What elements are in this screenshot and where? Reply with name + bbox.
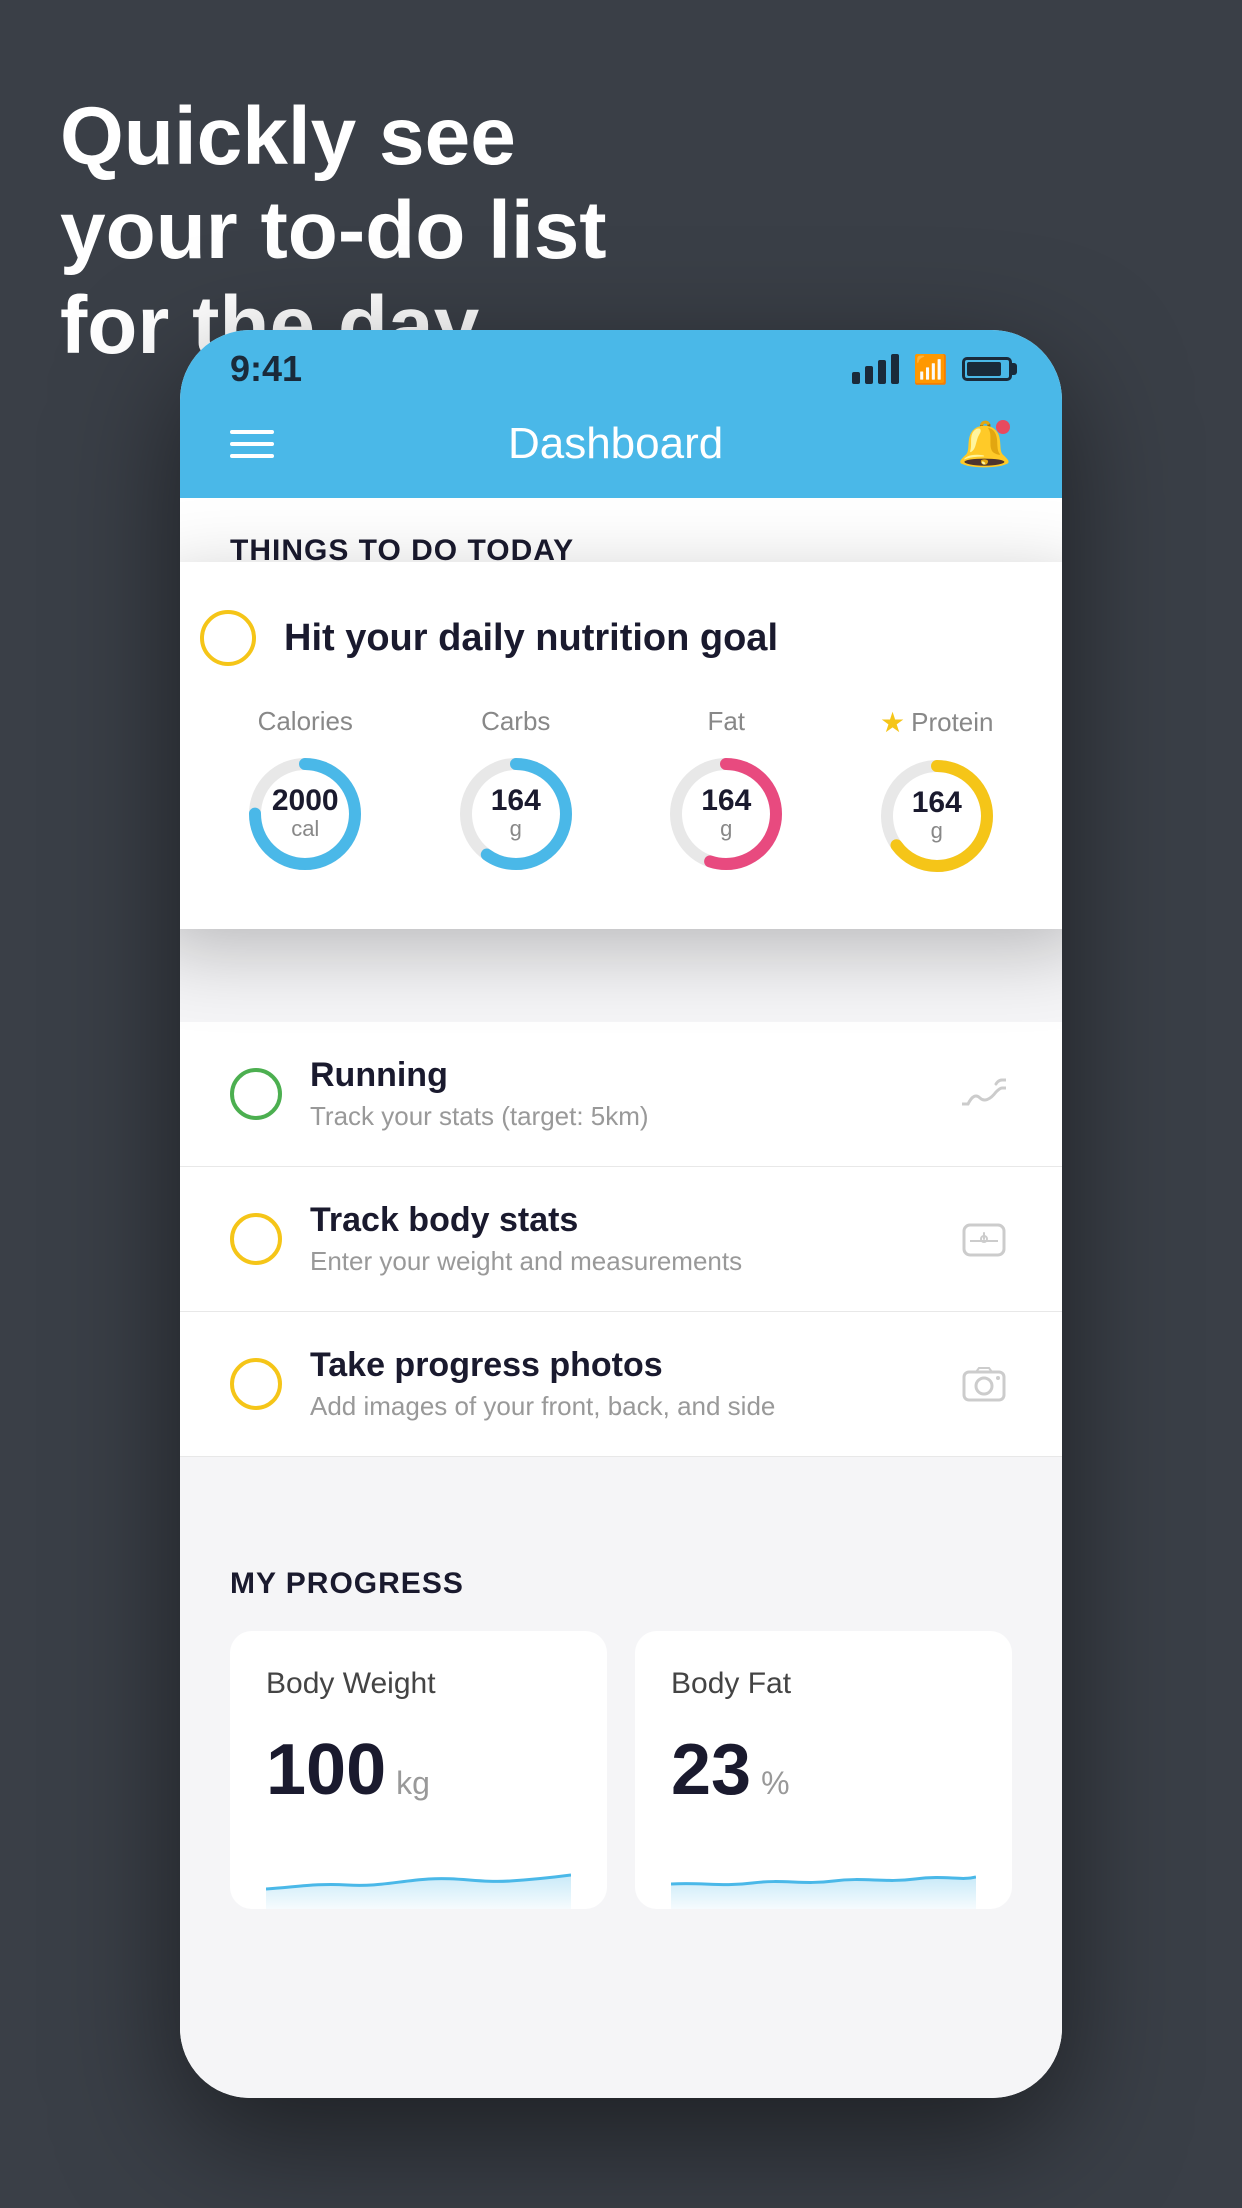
- calories-label: Calories: [258, 706, 353, 737]
- running-title: Running: [310, 1056, 928, 1095]
- star-icon: ★: [880, 706, 905, 739]
- scale-icon: [956, 1211, 1012, 1267]
- status-time: 9:41: [230, 348, 302, 390]
- photo-icon: [956, 1356, 1012, 1412]
- nutrition-card-header: Hit your daily nutrition goal: [200, 610, 1042, 666]
- carbs-value: 164 g: [491, 786, 541, 842]
- headline-line1: Quickly see: [60, 91, 516, 182]
- running-subtitle: Track your stats (target: 5km): [310, 1101, 928, 1132]
- task-checkbox[interactable]: [200, 610, 256, 666]
- running-checkbox[interactable]: [230, 1068, 282, 1120]
- status-bar: 9:41 📶: [180, 330, 1062, 400]
- task-list: Running Track your stats (target: 5km): [180, 1022, 1062, 1959]
- wifi-icon: 📶: [913, 353, 948, 386]
- body-fat-chart: [671, 1839, 976, 1909]
- protein-label: ★Protein: [880, 706, 994, 739]
- running-text: Running Track your stats (target: 5km): [310, 1056, 928, 1132]
- body-stats-text: Track body stats Enter your weight and m…: [310, 1201, 928, 1277]
- protein-item: ★Protein 164 g: [872, 706, 1002, 881]
- body-fat-title: Body Fat: [671, 1667, 976, 1701]
- battery-icon: [962, 357, 1012, 381]
- progress-photos-text: Take progress photos Add images of your …: [310, 1346, 928, 1422]
- body-fat-value: 23 %: [671, 1729, 976, 1811]
- body-fat-card[interactable]: Body Fat 23 %: [635, 1631, 1012, 1909]
- carbs-item: Carbs 164 g: [451, 706, 581, 879]
- fat-value: 164 g: [701, 786, 751, 842]
- nutrition-circles: Calories 2000 cal: [200, 706, 1042, 881]
- body-fat-number: 23: [671, 1729, 751, 1811]
- body-weight-value: 100 kg: [266, 1729, 571, 1811]
- body-stats-title: Track body stats: [310, 1201, 928, 1240]
- menu-button[interactable]: [230, 430, 274, 458]
- fat-item: Fat 164 g: [661, 706, 791, 879]
- phone-frame: 9:41 📶 Dashboard 🔔: [180, 330, 1062, 2150]
- progress-photos-checkbox[interactable]: [230, 1358, 282, 1410]
- body-weight-chart: [266, 1839, 571, 1909]
- fat-label: Fat: [707, 706, 745, 737]
- body-stats-checkbox[interactable]: [230, 1213, 282, 1265]
- progress-cards-container: Body Weight 100 kg: [230, 1631, 1012, 1909]
- status-icons: 📶: [852, 353, 1012, 386]
- calories-value: 2000 cal: [272, 786, 339, 842]
- calories-donut: 2000 cal: [240, 749, 370, 879]
- task-progress-photos[interactable]: Take progress photos Add images of your …: [180, 1312, 1062, 1457]
- signal-icon: [852, 354, 899, 384]
- carbs-donut: 164 g: [451, 749, 581, 879]
- protein-value: 164 g: [912, 788, 962, 844]
- fat-donut: 164 g: [661, 749, 791, 879]
- body-weight-number: 100: [266, 1729, 386, 1811]
- body-weight-title: Body Weight: [266, 1667, 571, 1701]
- progress-photos-title: Take progress photos: [310, 1346, 928, 1385]
- phone-screen: 9:41 📶 Dashboard 🔔: [180, 330, 1062, 2098]
- carbs-label: Carbs: [481, 706, 550, 737]
- card-anchor: Hit your daily nutrition goal Calories: [180, 592, 1062, 822]
- notification-button[interactable]: 🔔: [957, 418, 1012, 470]
- nutrition-card: Hit your daily nutrition goal Calories: [180, 562, 1062, 929]
- body-stats-subtitle: Enter your weight and measurements: [310, 1246, 928, 1277]
- body-weight-card[interactable]: Body Weight 100 kg: [230, 1631, 607, 1909]
- running-icon: [956, 1066, 1012, 1122]
- headline-line2: your to-do list: [60, 185, 607, 276]
- nav-bar: Dashboard 🔔: [180, 400, 1062, 498]
- calories-item: Calories 2000 cal: [240, 706, 370, 879]
- progress-photos-subtitle: Add images of your front, back, and side: [310, 1391, 928, 1422]
- notification-badge: [996, 420, 1010, 434]
- progress-section: MY PROGRESS Body Weight 100 kg: [180, 1517, 1062, 1959]
- body-fat-unit: %: [761, 1765, 789, 1802]
- task-running[interactable]: Running Track your stats (target: 5km): [180, 1022, 1062, 1167]
- protein-donut: 164 g: [872, 751, 1002, 881]
- task-body-stats[interactable]: Track body stats Enter your weight and m…: [180, 1167, 1062, 1312]
- body-weight-unit: kg: [396, 1765, 430, 1802]
- list-spacer: [180, 1457, 1062, 1517]
- main-content: THINGS TO DO TODAY Hit your daily nutrit…: [180, 498, 1062, 2098]
- nav-title: Dashboard: [508, 419, 723, 469]
- progress-header: MY PROGRESS: [230, 1567, 1012, 1601]
- nutrition-card-title: Hit your daily nutrition goal: [284, 617, 778, 660]
